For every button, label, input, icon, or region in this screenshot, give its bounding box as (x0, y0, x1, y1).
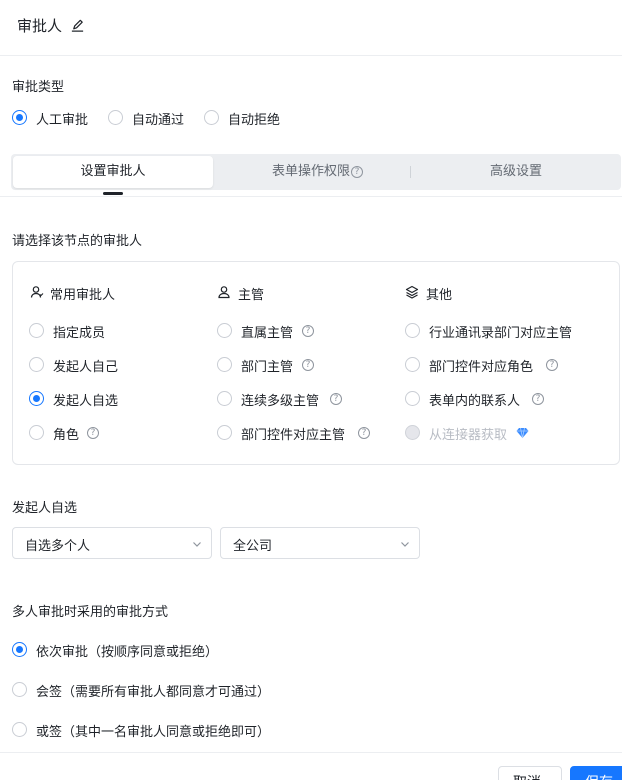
option-label: 行业通讯录部门对应主管 (429, 326, 573, 341)
radio-role[interactable] (29, 425, 44, 440)
radio-dept-control-role[interactable] (405, 357, 420, 372)
divider (0, 196, 622, 197)
help-icon[interactable]: ? (532, 393, 544, 405)
option-label: 从连接器获取 (429, 428, 508, 443)
save-button[interactable]: 保存 (570, 766, 622, 780)
radio-initiator-self[interactable] (29, 357, 44, 372)
approver-section-label: 请选择该节点的审批人 (12, 234, 143, 249)
option-label: 连续多级主管 (241, 394, 320, 409)
select-scope-dropdown[interactable]: 全公司 (220, 527, 420, 559)
tab-set-approver[interactable]: 设置审批人 (13, 156, 213, 188)
select-value: 自选多个人 (25, 539, 91, 554)
radio-dept-supervisor[interactable] (217, 357, 232, 372)
option-label: 指定成员 (53, 326, 106, 341)
option-label: 部门控件对应主管 (241, 428, 346, 443)
diamond-icon (516, 427, 529, 439)
radio-label: 自动通过 (132, 113, 185, 128)
radio-auto-pass[interactable] (108, 110, 123, 125)
radio-form-contact[interactable] (405, 391, 420, 406)
option-label: 发起人自己 (53, 360, 119, 375)
edit-icon[interactable] (70, 18, 85, 33)
cancel-button[interactable]: 取消 (498, 766, 562, 780)
tab-bar: 设置审批人 表单操作权限 ? 高级设置 (11, 154, 621, 190)
radio-label: 自动拒绝 (228, 113, 281, 128)
footer-divider (0, 752, 622, 753)
option-label: 会签（需要所有审批人都同意才可通过） (36, 685, 271, 700)
self-select-label: 发起人自选 (12, 501, 78, 516)
tab-label: 表单操作权限 (271, 164, 350, 179)
radio-countersign[interactable] (12, 682, 27, 697)
radio-initiator-choose[interactable] (29, 391, 44, 406)
option-label: 部门控件对应角色 (429, 360, 534, 375)
tab-indicator (103, 192, 123, 195)
multi-mode-label: 多人审批时采用的审批方式 (12, 605, 169, 620)
column-title-other: 其他 (426, 288, 453, 303)
help-icon[interactable]: ? (546, 359, 558, 371)
option-label: 发起人自选 (53, 394, 119, 409)
tab-form-permissions[interactable]: 表单操作权限 (216, 156, 406, 188)
radio-designated-member[interactable] (29, 323, 44, 338)
radio-direct-supervisor[interactable] (217, 323, 232, 338)
select-value: 全公司 (233, 539, 273, 554)
help-icon[interactable]: ? (351, 166, 363, 178)
help-icon[interactable]: ? (358, 427, 370, 439)
layers-icon (405, 285, 419, 299)
chevron-down-icon (401, 542, 409, 547)
help-icon[interactable]: ? (302, 359, 314, 371)
select-mode-dropdown[interactable]: 自选多个人 (12, 527, 212, 559)
column-title-supervisor: 主管 (238, 288, 265, 303)
option-label: 依次审批（按顺序同意或拒绝） (36, 645, 219, 660)
radio-sequential[interactable] (12, 642, 27, 657)
page-title: 审批人 (17, 17, 63, 35)
radio-from-connector[interactable] (405, 425, 420, 440)
radio-manual-approval[interactable] (12, 110, 27, 125)
radio-or-sign[interactable] (12, 722, 27, 737)
approval-type-label: 审批类型 (12, 80, 65, 95)
header: 审批人 (0, 0, 622, 56)
user-icon (218, 286, 230, 299)
option-label: 或签（其中一名审批人同意或拒绝即可） (36, 725, 271, 740)
help-icon[interactable]: ? (87, 427, 99, 439)
radio-dept-control-supervisor[interactable] (217, 425, 232, 440)
option-label: 部门主管 (241, 360, 294, 375)
help-icon[interactable]: ? (330, 393, 342, 405)
radio-industry-contact-supervisor[interactable] (405, 323, 420, 338)
user-icon (30, 286, 44, 298)
radio-label: 人工审批 (36, 113, 89, 128)
chevron-down-icon (193, 542, 201, 547)
column-title-common: 常用审批人 (50, 288, 116, 303)
help-icon[interactable]: ? (302, 325, 314, 337)
option-label: 角色 (53, 428, 80, 443)
option-label: 直属主管 (241, 326, 294, 341)
radio-multi-level-supervisor[interactable] (217, 391, 232, 406)
radio-auto-reject[interactable] (204, 110, 219, 125)
tab-separator (410, 166, 411, 178)
option-label: 表单内的联系人 (429, 394, 521, 409)
tab-advanced-settings[interactable]: 高级设置 (416, 156, 616, 188)
